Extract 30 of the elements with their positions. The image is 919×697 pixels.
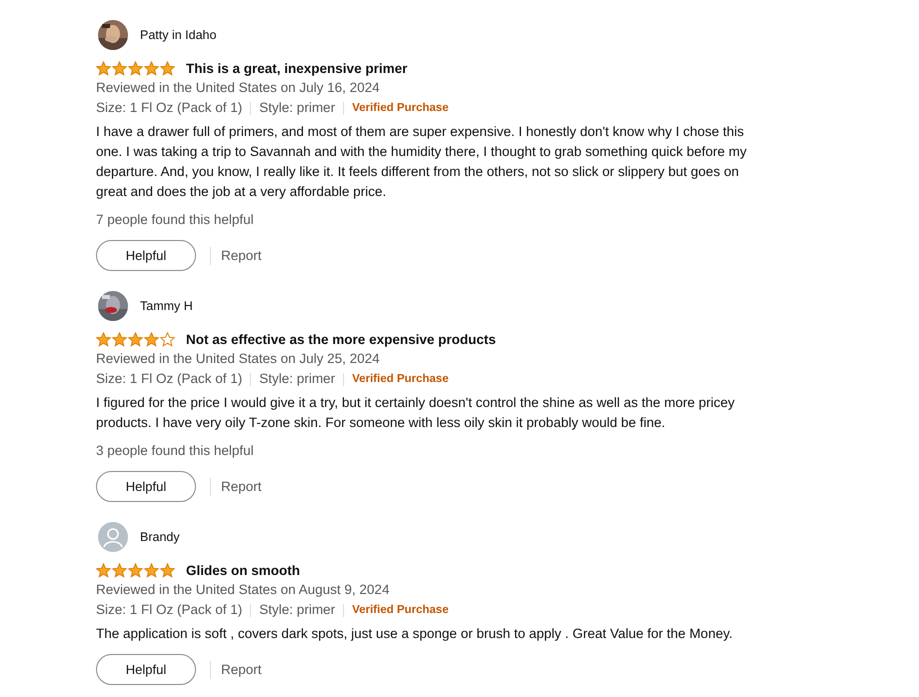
review-date: Reviewed in the United States on August 9, 2024 <box>96 581 390 599</box>
review-text: The application is soft , covers dark spots, just use a sponge or brush to apply . Great Value for the Money. <box>96 625 734 643</box>
review-title[interactable]: Not as effective as the more expensive products <box>186 332 496 346</box>
review-text: I have a drawer full of primers, and most of them are super expensive. I honestly don't know why I chose this one. I was taking a trip to Savannah and with the humidity there, I thought to grab something quick before my departure. And, you know, I really like it. It feels different from the others, not so slick or slippery but goes on great and does the job at a very affordable price. <box>96 123 748 201</box>
helpful-button[interactable]: Helpful <box>96 240 196 271</box>
avatar-icon <box>98 522 128 552</box>
verified-purchase-label: Verified Purchase <box>352 372 449 387</box>
helpful-count: 3 people found this helpful <box>96 442 255 460</box>
review-title[interactable]: Glides on smooth <box>186 562 300 578</box>
report-link[interactable]: Report <box>221 662 262 677</box>
review-date: Reviewed in the United States on July 16, 2024 <box>96 79 381 97</box>
helpful-button[interactable]: Helpful <box>96 471 196 502</box>
reviewer-name: Brandy <box>140 530 180 544</box>
size-option[interactable]: Size: 1 Fl Oz (Pack of 1) <box>96 369 242 389</box>
review-text: I figured for the price I would give it a try, but it certainly doesn't control the shine as well as the more pricey products. I have very oily T-zone skin. For someone with less oily skin it probably would be fine. <box>96 394 736 432</box>
style-option[interactable]: Style: primer <box>259 600 336 620</box>
review-title[interactable]: This is a great, inexpensive primer <box>186 60 408 76</box>
verified-purchase-label: Verified Purchase <box>352 101 449 116</box>
style-option[interactable]: Style: primer <box>259 369 336 389</box>
helpful-count: 7 people found this helpful <box>96 211 255 229</box>
helpful-button[interactable]: Helpful <box>96 654 196 685</box>
reviewer-name: Tammy H <box>140 299 193 313</box>
report-link[interactable]: Report <box>221 479 262 494</box>
size-option[interactable]: Size: 1 Fl Oz (Pack of 1) <box>96 600 242 620</box>
size-option[interactable]: Size: 1 Fl Oz (Pack of 1) <box>96 98 242 118</box>
report-link[interactable]: Report <box>221 248 262 263</box>
style-option[interactable]: Style: primer <box>259 98 336 118</box>
reviewer-name: Patty in Idaho <box>140 28 216 42</box>
verified-purchase-label: Verified Purchase <box>352 603 449 618</box>
review-date: Reviewed in the United States on July 25, 2024 <box>96 350 381 368</box>
